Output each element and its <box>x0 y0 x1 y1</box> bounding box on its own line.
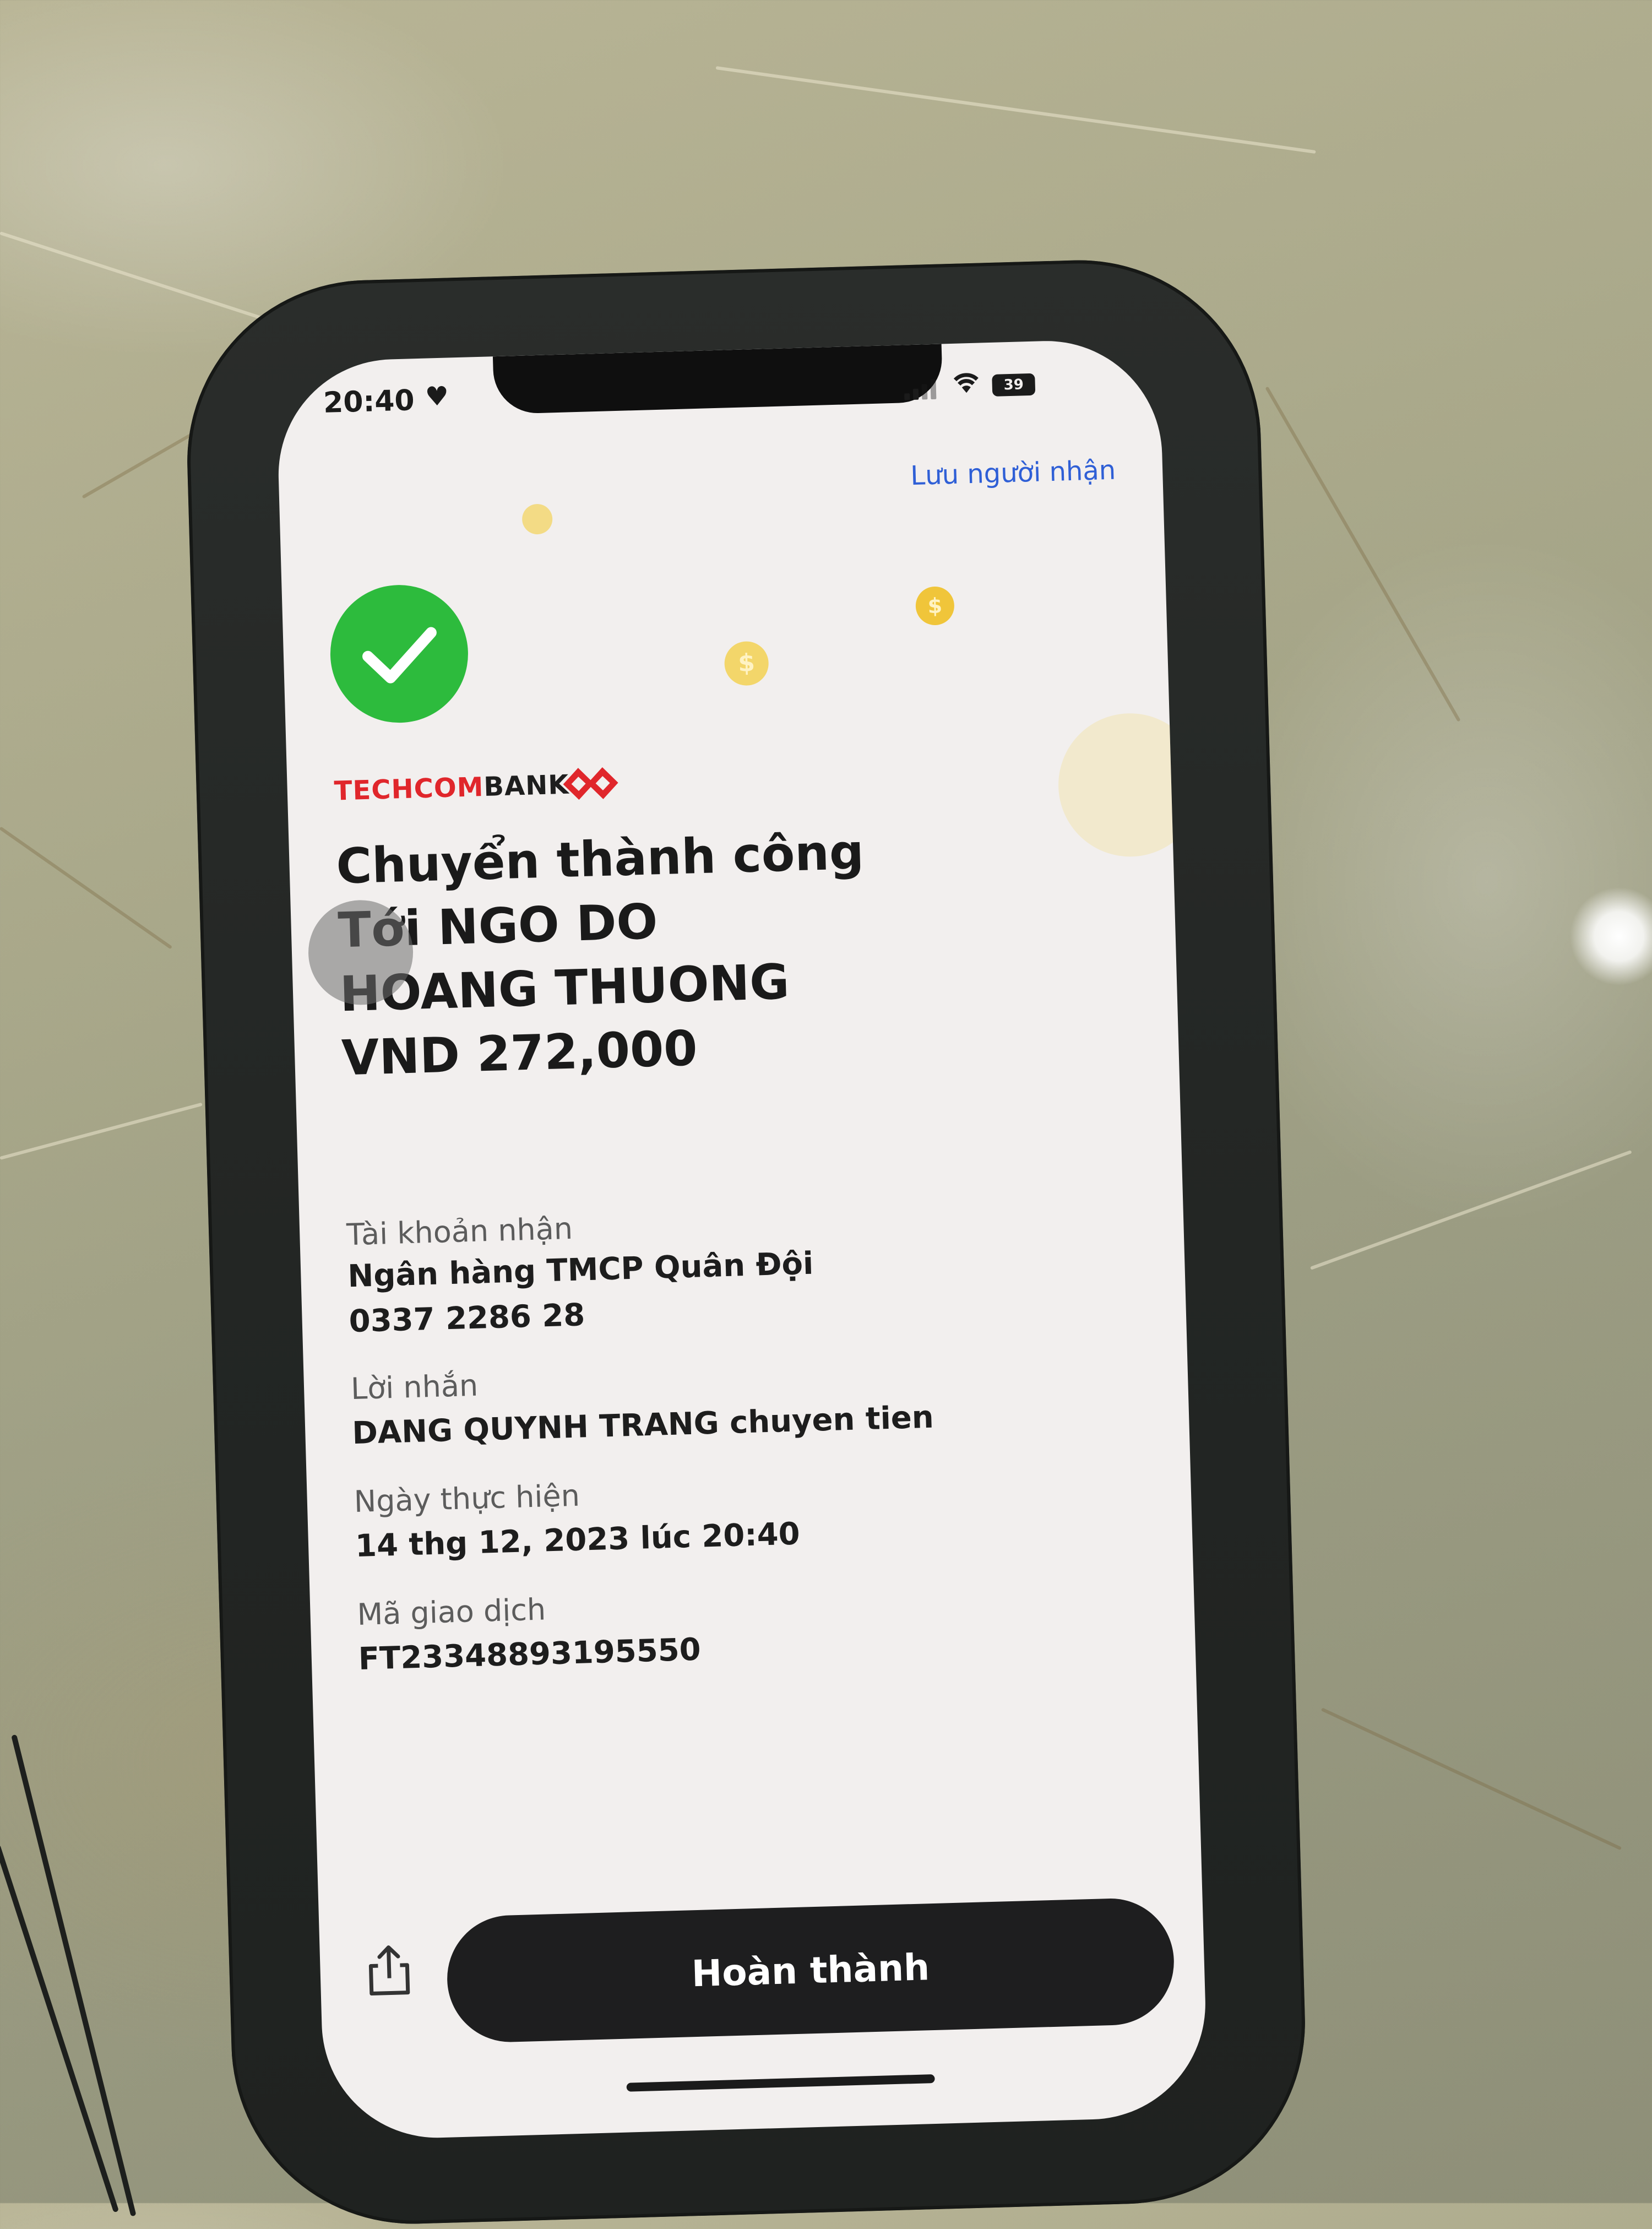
light-reflection <box>1569 887 1652 986</box>
transfer-summary: Chuyển thành công Tới NGO DO HOANG THUON… <box>335 813 1113 1090</box>
transaction-id-label: Mã giao dịch <box>356 1592 546 1632</box>
coin-decoration: $ <box>915 586 955 626</box>
techcombank-logo: TECHCOMBANK <box>334 767 618 810</box>
date-label: Ngày thực hiện <box>354 1478 580 1520</box>
brand-name-part1: TECHCOM <box>334 771 485 807</box>
coin-decoration <box>521 503 553 535</box>
marble-vein <box>1309 1150 1632 1270</box>
status-time: 20:40 <box>323 384 415 420</box>
phone-screen: 20:40 ♥ 39 Lưu người nhận $ $ TECHCOMBAN… <box>275 338 1209 2141</box>
marble-vein <box>1320 1707 1622 1851</box>
share-icon[interactable] <box>358 1940 420 2002</box>
techcombank-diamond-icon <box>559 763 627 806</box>
marble-vein <box>0 826 172 950</box>
save-recipient-link[interactable]: Lưu người nhận <box>910 455 1116 491</box>
done-button[interactable]: Hoàn thành <box>445 1896 1176 2044</box>
wifi-icon <box>950 368 982 402</box>
marble-vein <box>715 66 1316 154</box>
marble-vein <box>1265 386 1461 722</box>
success-check-icon <box>328 583 470 725</box>
brand-name: TECHCOMBANK <box>334 769 569 807</box>
home-indicator[interactable] <box>626 2074 935 2092</box>
transaction-id: FT23348893195550 <box>357 1631 702 1677</box>
battery-icon: 39 <box>992 373 1036 397</box>
cable <box>11 1734 137 2217</box>
transfer-message: DANG QUYNH TRANG chuyen tien <box>351 1399 934 1452</box>
signal-icon <box>904 379 937 400</box>
coin-decoration: $ <box>724 641 769 686</box>
heart-icon: ♥ <box>425 381 449 413</box>
brand-name-part2: BANK <box>483 769 570 802</box>
bank-name: Ngân hàng TMCP Quân Đội <box>347 1245 814 1295</box>
transfer-date: 14 thg 12, 2023 lúc 20:40 <box>355 1516 801 1565</box>
phone-case: 20:40 ♥ 39 Lưu người nhận $ $ TECHCOMBAN… <box>182 255 1310 2229</box>
marble-vein <box>0 1102 203 1160</box>
message-label: Lời nhắn <box>350 1368 479 1407</box>
account-label: Tài khoản nhận <box>346 1211 573 1252</box>
account-number: 0337 2286 28 <box>348 1297 586 1340</box>
cable <box>0 1844 119 2213</box>
